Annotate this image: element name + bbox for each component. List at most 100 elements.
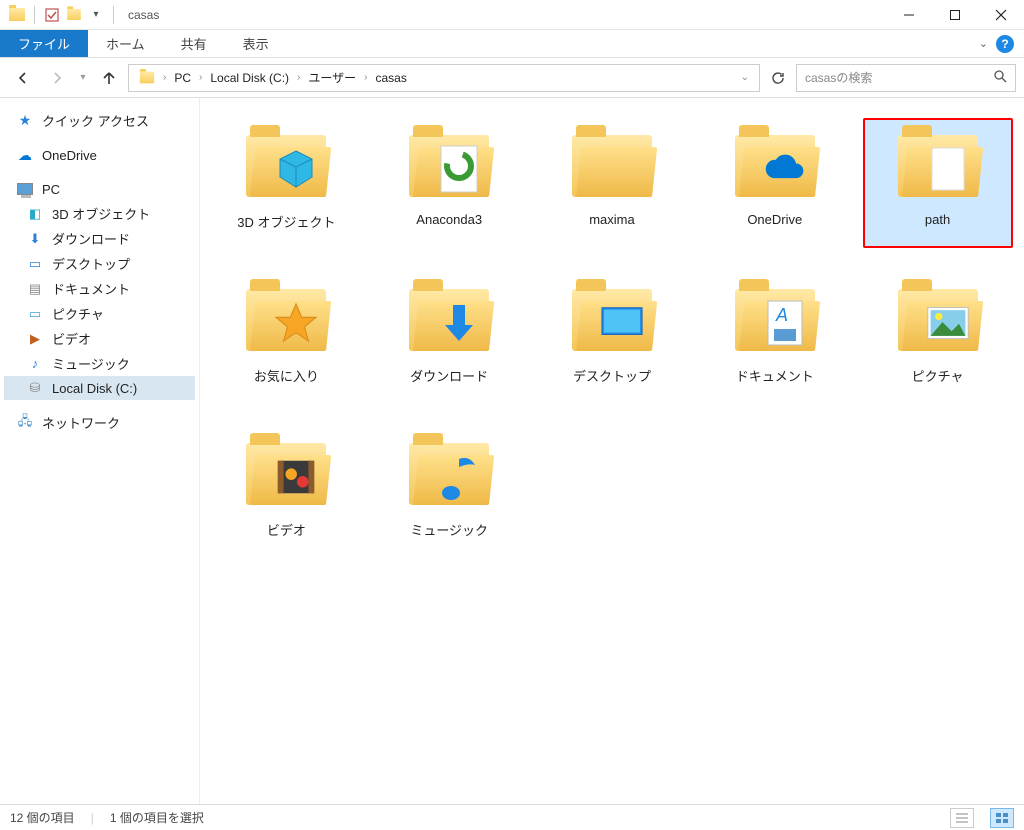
- up-button[interactable]: [94, 63, 124, 93]
- download-icon: [437, 301, 481, 345]
- recent-dropdown-icon[interactable]: ▾: [76, 63, 90, 93]
- folder-item[interactable]: 3D オブジェクト: [211, 118, 361, 248]
- sidebar-item-label: Local Disk (C:): [52, 381, 137, 396]
- sidebar-item-label: OneDrive: [42, 148, 97, 163]
- cloud-icon: [763, 147, 807, 191]
- star-icon: ★: [16, 112, 34, 130]
- chevron-right-icon[interactable]: ›: [161, 72, 168, 83]
- sidebar-quick-access[interactable]: ★ クイック アクセス: [4, 108, 195, 133]
- breadcrumb-users[interactable]: ユーザー: [302, 69, 362, 86]
- disk-icon: ⛁: [26, 379, 44, 397]
- folder-label: Anaconda3: [416, 212, 482, 227]
- separator: [34, 6, 35, 24]
- window-title: casas: [128, 8, 159, 22]
- breadcrumb-pc[interactable]: PC: [168, 71, 197, 85]
- sidebar-item-pictures[interactable]: ▭ ピクチャ: [4, 301, 195, 326]
- properties-icon[interactable]: [43, 6, 61, 24]
- folder-item[interactable]: デスクトップ: [537, 272, 687, 402]
- music-icon: ♪: [26, 355, 44, 373]
- folder-label: デスクトップ: [573, 366, 651, 385]
- chevron-right-icon[interactable]: ›: [295, 72, 302, 83]
- folder-item[interactable]: お気に入り: [211, 272, 361, 402]
- back-button[interactable]: [8, 63, 38, 93]
- sidebar-pc[interactable]: PC: [4, 177, 195, 201]
- desktop-icon: [600, 301, 644, 345]
- folder-label: ミュージック: [410, 520, 488, 539]
- breadcrumb-current[interactable]: casas: [370, 71, 413, 85]
- folder-label: ビデオ: [267, 520, 306, 539]
- sidebar-item-label: デスクトップ: [52, 254, 130, 273]
- sidebar-item-label: 3D オブジェクト: [52, 204, 150, 223]
- folder-icon: [404, 126, 494, 206]
- tab-home[interactable]: ホーム: [88, 30, 163, 57]
- sidebar-item-label: ドキュメント: [52, 279, 130, 298]
- view-icons-button[interactable]: [990, 808, 1014, 828]
- sidebar-item-label: クイック アクセス: [42, 111, 149, 130]
- music-icon: [437, 455, 481, 499]
- chevron-right-icon[interactable]: ›: [197, 72, 204, 83]
- sidebar-item-documents[interactable]: ▤ドキュメント: [4, 276, 195, 301]
- maximize-button[interactable]: [932, 0, 978, 30]
- ribbon-expand-icon[interactable]: ⌄: [979, 37, 988, 50]
- download-icon: ⬇: [26, 230, 44, 248]
- pc-icon: [16, 180, 34, 198]
- sidebar-item-downloads[interactable]: ⬇ ダウンロード: [4, 226, 195, 251]
- qat-dropdown-icon[interactable]: ▾: [87, 6, 105, 24]
- star-icon: [274, 301, 318, 345]
- folder-item[interactable]: OneDrive: [700, 118, 850, 248]
- tab-view[interactable]: 表示: [225, 30, 287, 57]
- sidebar-item-label: ネットワーク: [42, 413, 120, 432]
- search-input[interactable]: casasの検索: [796, 64, 1016, 92]
- folder-item[interactable]: ダウンロード: [374, 272, 524, 402]
- search-icon[interactable]: [993, 69, 1007, 86]
- refresh-button[interactable]: [764, 64, 792, 92]
- network-icon: 🖧: [16, 414, 34, 432]
- chevron-right-icon[interactable]: ›: [362, 72, 369, 83]
- folder-small-icon[interactable]: [65, 6, 83, 24]
- folder-label: maxima: [589, 212, 635, 227]
- svg-text:A: A: [775, 305, 788, 325]
- folder-item[interactable]: maxima: [537, 118, 687, 248]
- doc-icon: [926, 147, 970, 191]
- status-item-count: 12 個の項目: [10, 809, 75, 826]
- address-dropdown-icon[interactable]: ⌄: [735, 72, 755, 83]
- close-button[interactable]: [978, 0, 1024, 30]
- view-details-button[interactable]: [950, 808, 974, 828]
- anaconda-icon: [437, 147, 481, 191]
- sidebar-item-videos[interactable]: ▶ビデオ: [4, 326, 195, 351]
- folder-icon: [8, 6, 26, 24]
- folder-icon: [567, 280, 657, 360]
- forward-button[interactable]: [42, 63, 72, 93]
- sidebar-item-label: ピクチャ: [52, 304, 104, 323]
- sidebar-item-3d[interactable]: ◧3D オブジェクト: [4, 201, 195, 226]
- file-list[interactable]: 3D オブジェクト Anaconda3 maxima OneDrivepath お気に入…: [200, 98, 1024, 804]
- sidebar-item-music[interactable]: ♪ ミュージック: [4, 351, 195, 376]
- sidebar-network[interactable]: 🖧 ネットワーク: [4, 410, 195, 435]
- breadcrumb-disk[interactable]: Local Disk (C:): [204, 71, 295, 85]
- sidebar-item-label: ビデオ: [52, 329, 91, 348]
- separator: [113, 6, 114, 24]
- picture-icon: [926, 301, 970, 345]
- folder-item[interactable]: ミュージック: [374, 426, 524, 556]
- sidebar-item-desktop[interactable]: ▭デスクトップ: [4, 251, 195, 276]
- minimize-button[interactable]: [886, 0, 932, 30]
- folder-item[interactable]: Anaconda3: [374, 118, 524, 248]
- sidebar-onedrive[interactable]: ☁OneDrive: [4, 143, 195, 167]
- folder-item[interactable]: ビデオ: [211, 426, 361, 556]
- help-icon[interactable]: ?: [996, 35, 1014, 53]
- sidebar-item-label: ダウンロード: [52, 229, 130, 248]
- sidebar-item-label: ミュージック: [52, 354, 130, 373]
- sidebar-item-localdisk[interactable]: ⛁ Local Disk (C:): [4, 376, 195, 400]
- folder-item[interactable]: path: [863, 118, 1013, 248]
- folder-label: ドキュメント: [736, 366, 814, 385]
- picture-icon: ▭: [26, 305, 44, 323]
- tab-share[interactable]: 共有: [163, 30, 225, 57]
- titlebar: ▾ casas: [0, 0, 1024, 30]
- breadcrumb-root-icon[interactable]: [133, 71, 161, 84]
- address-bar[interactable]: › PC › Local Disk (C:) › ユーザー › casas ⌄: [128, 64, 760, 92]
- folder-item[interactable]: A ドキュメント: [700, 272, 850, 402]
- folder-item[interactable]: ピクチャ: [863, 272, 1013, 402]
- tab-file[interactable]: ファイル: [0, 30, 88, 57]
- folder-icon: A: [730, 280, 820, 360]
- search-placeholder: casasの検索: [805, 69, 872, 86]
